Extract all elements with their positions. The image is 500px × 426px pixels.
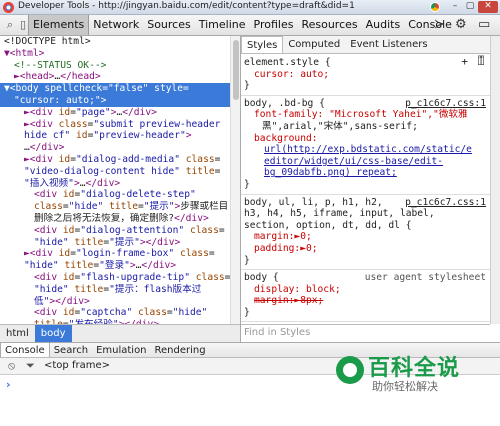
- dock-icon[interactable]: ▭: [478, 17, 490, 33]
- dom-node-line[interactable]: <!--STATUS OK-->: [0, 60, 240, 72]
- property[interactable]: cursor: auto;: [254, 69, 329, 80]
- breadcrumb: html body: [0, 324, 240, 342]
- style-rule-user-agent[interactable]: body { user agent stylesheet display: bl…: [241, 270, 490, 323]
- dom-node-line[interactable]: <!DOCTYPE html>: [0, 36, 240, 48]
- rule-selector: element.style {: [244, 57, 331, 68]
- devtools-app-icon: [3, 2, 14, 13]
- clear-console-icon[interactable]: ⦸: [8, 360, 15, 372]
- dom-node-line[interactable]: hide cf" id="preview-header">: [0, 130, 240, 142]
- style-rule-element[interactable]: element.style { + ⍐ cursor: auto; }: [241, 55, 490, 96]
- property-value: 黑",arial,"宋体",sans-serif;: [262, 120, 418, 132]
- panel-tabs: Elements Network Sources Timeline Profil…: [28, 15, 456, 35]
- dom-node-line[interactable]: "video-dialog-content hide" title=: [0, 166, 240, 178]
- style-rule-reset[interactable]: body, ul, li, p, h1, h2, p_c1c6c7.css:1 …: [241, 195, 490, 271]
- add-rule-icon[interactable]: +: [461, 56, 468, 68]
- dom-node-line[interactable]: "hide" title="登录">…</div>: [0, 260, 240, 272]
- watermark-logo: 百科全说 助你轻松解决: [332, 350, 492, 398]
- dom-node-line[interactable]: <div id="dialog-delete-step": [0, 189, 240, 201]
- filter-icon[interactable]: ⏷: [26, 360, 35, 372]
- breadcrumb-body[interactable]: body: [34, 325, 72, 342]
- tab-profiles[interactable]: Profiles: [250, 15, 298, 35]
- property[interactable]: font-family: "Microsoft Yahei","微软雅: [254, 109, 468, 120]
- window-titlebar: Developer Tools - http://jingyan.baidu.c…: [0, 0, 500, 15]
- url-link[interactable]: url(http://exp.bdstatic.com/static/e: [264, 144, 472, 155]
- watermark-icon: [336, 356, 364, 384]
- source-label: user agent stylesheet: [364, 272, 486, 284]
- url-link[interactable]: bg_09dabfb.png) repeat;: [264, 167, 397, 178]
- property-overridden[interactable]: margin:►8px;: [254, 295, 323, 306]
- tab-timeline[interactable]: Timeline: [195, 15, 250, 35]
- dom-node-line[interactable]: <div id="flash-upgrade-tip" class=: [0, 272, 240, 284]
- property[interactable]: background:: [254, 133, 318, 144]
- tab-elements[interactable]: Elements: [28, 15, 90, 35]
- dom-node-line[interactable]: ►<div id="login-frame-box" class=: [0, 248, 240, 260]
- tab-resources[interactable]: Resources: [297, 15, 361, 35]
- sidebar-tabs: Styles Computed Event Listeners: [241, 36, 490, 54]
- find-in-styles-input[interactable]: Find in Styles: [241, 324, 490, 342]
- breadcrumb-html[interactable]: html: [0, 325, 35, 342]
- dom-node-line[interactable]: <div id="captcha" class="hide": [0, 307, 240, 319]
- dom-node-line[interactable]: "hide" title="提示：flash版本过: [0, 284, 240, 296]
- drawer-tab-console[interactable]: Console: [0, 343, 50, 357]
- close-button[interactable]: ✕: [478, 1, 498, 13]
- url-link[interactable]: editor/widget/ui/css-base/edit-: [264, 156, 443, 167]
- frame-selector[interactable]: <top frame>: [44, 360, 110, 372]
- chrome-icon: [430, 2, 440, 12]
- selected-body-node[interactable]: ▼<body spellcheck="false" style=: [0, 83, 240, 95]
- dom-node-line[interactable]: ►<div id="dialog-add-media" class=: [0, 154, 240, 166]
- tab-console[interactable]: Console: [404, 15, 456, 35]
- dom-node-line[interactable]: <div id="dialog-attention" class=: [0, 225, 240, 237]
- dom-node-line[interactable]: "插入视频">…</div>: [0, 178, 240, 190]
- styles-scrollbar[interactable]: [490, 36, 500, 324]
- tab-styles[interactable]: Styles: [241, 36, 284, 53]
- tab-sources[interactable]: Sources: [143, 15, 195, 35]
- console-prompt-icon: ›: [6, 378, 11, 391]
- property[interactable]: padding:►0;: [254, 243, 318, 254]
- dom-node-line[interactable]: ▼<html>: [0, 48, 240, 60]
- rule-selector: h3, h4, h5, iframe, input, label,: [244, 208, 435, 220]
- watermark-subtitle: 助你轻松解决: [372, 380, 438, 393]
- tab-event-listeners[interactable]: Event Listeners: [345, 36, 432, 53]
- drawer-tab-search[interactable]: Search: [50, 343, 92, 357]
- dom-node-line[interactable]: class="hide" title="提示">步骤或栏目: [0, 201, 240, 213]
- rule-selector: section, option, dt, dd, dl {: [244, 219, 412, 231]
- elements-scrollbar[interactable]: [230, 36, 240, 324]
- console-drawer-icon[interactable]: ≻: [434, 17, 445, 33]
- dom-node-line[interactable]: "hide" title="提示"></div>: [0, 237, 240, 249]
- dom-node-line[interactable]: 删除之后将无法恢复，确定删除?</div>: [0, 213, 240, 225]
- dom-node-line[interactable]: ►<div class="submit preview-header: [0, 119, 240, 131]
- toggle-state-icon[interactable]: ⍐: [478, 56, 484, 68]
- dom-node-line[interactable]: ►<div id="page">…</div>: [0, 107, 240, 119]
- maximize-button[interactable]: ▢: [463, 1, 477, 13]
- drawer-tab-rendering[interactable]: Rendering: [151, 343, 210, 357]
- property[interactable]: display: block;: [254, 284, 341, 295]
- dom-node-line[interactable]: …</div>: [0, 142, 240, 154]
- gear-icon[interactable]: ⚙: [455, 17, 467, 33]
- dom-node-line[interactable]: 低"></div>: [0, 296, 240, 308]
- property[interactable]: margin:►0;: [254, 231, 312, 242]
- dom-node-line[interactable]: ►<head>…</head>: [0, 71, 240, 83]
- main-toolbar: ⌕ ▯ Elements Network Sources Timeline Pr…: [0, 15, 500, 36]
- selected-body-node-cont[interactable]: "cursor: auto;">: [0, 94, 240, 107]
- drawer-tab-emulation[interactable]: Emulation: [92, 343, 150, 357]
- tab-network[interactable]: Network: [89, 15, 143, 35]
- styles-pane: element.style { + ⍐ cursor: auto; } body…: [241, 55, 490, 323]
- tab-audits[interactable]: Audits: [362, 15, 405, 35]
- magnifier-icon[interactable]: ⌕: [3, 18, 17, 32]
- elements-tree[interactable]: <!DOCTYPE html> ▼<html> <!--STATUS OK--> ►<…: [0, 36, 240, 324]
- window-title: Developer Tools - http://jingyan.baidu.c…: [18, 1, 355, 11]
- minimize-button[interactable]: –: [448, 1, 462, 13]
- tab-computed[interactable]: Computed: [283, 36, 345, 53]
- style-rule-body[interactable]: body, .bd-bg { p_c1c6c7.css:1 font-famil…: [241, 96, 490, 195]
- source-link[interactable]: p_c1c6c7.css:1: [405, 197, 486, 209]
- source-link[interactable]: p_c1c6c7.css:1: [405, 98, 486, 110]
